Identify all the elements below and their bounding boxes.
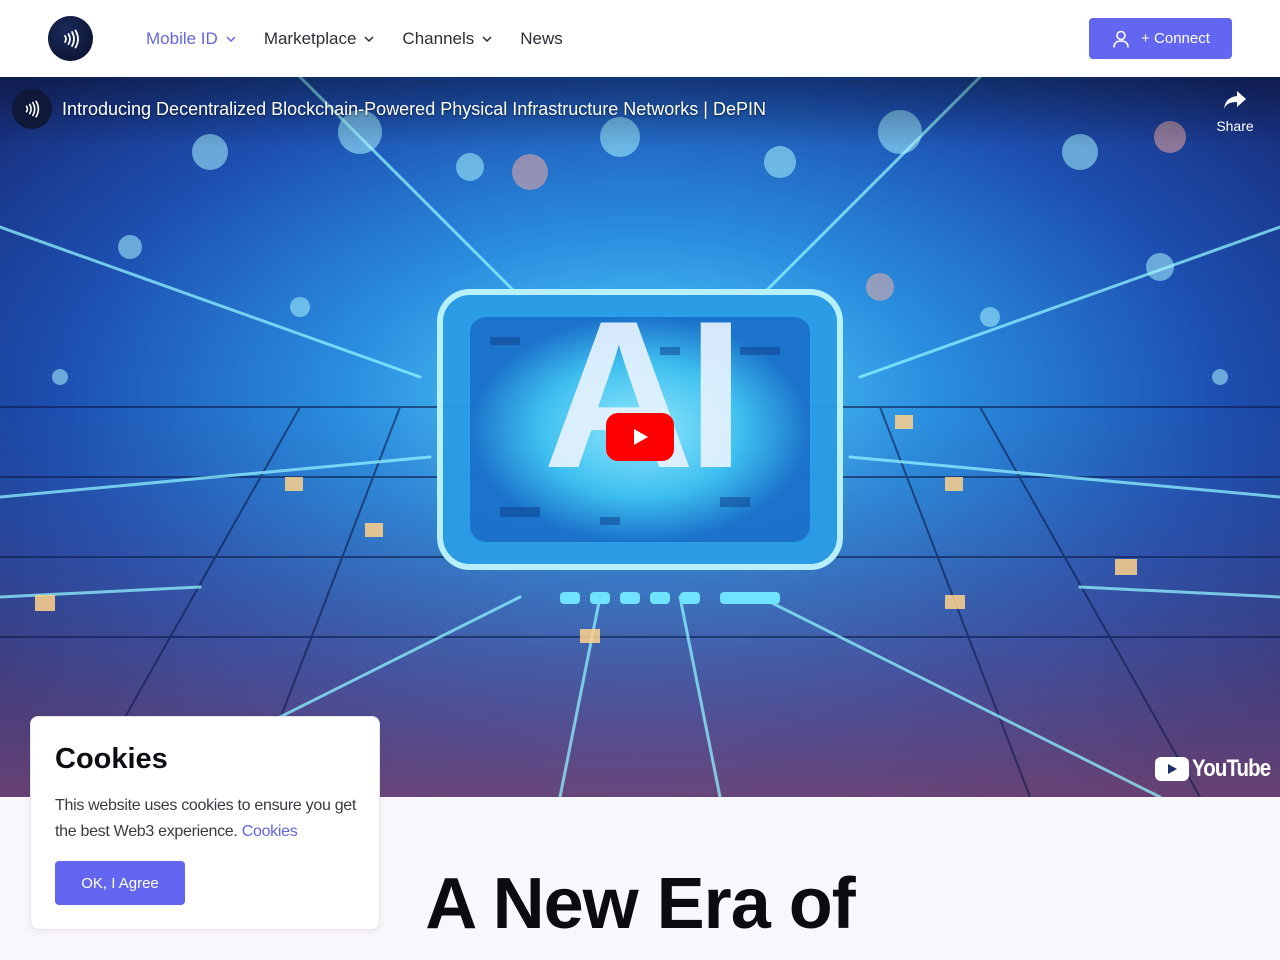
- cookie-text: This website uses cookies to ensure you …: [55, 793, 360, 845]
- share-button[interactable]: Share: [1210, 89, 1260, 134]
- chevron-down-icon: [226, 35, 236, 42]
- nfc-wave-icon: [63, 29, 79, 48]
- play-icon: [634, 429, 648, 445]
- site-logo[interactable]: [48, 16, 93, 61]
- nav-item-channels[interactable]: Channels: [402, 29, 492, 49]
- connect-label: + Connect: [1141, 30, 1210, 47]
- chevron-down-icon: [482, 35, 492, 42]
- user-icon: [1111, 29, 1131, 49]
- play-button[interactable]: [606, 413, 674, 461]
- video-title[interactable]: Introducing Decentralized Blockchain-Pow…: [62, 99, 766, 120]
- thumbnail-ai-text: AI: [543, 277, 737, 512]
- connect-button[interactable]: + Connect: [1089, 18, 1232, 59]
- youtube-logo[interactable]: YouTube: [1155, 755, 1280, 783]
- nav-item-news[interactable]: News: [520, 29, 563, 49]
- chevron-down-icon: [364, 35, 374, 42]
- accept-cookies-button[interactable]: OK, I Agree: [55, 861, 185, 905]
- cookie-policy-link[interactable]: Cookies: [242, 823, 298, 840]
- nav-item-label: News: [520, 28, 563, 48]
- cookie-banner: Cookies This website uses cookies to ens…: [30, 716, 380, 930]
- youtube-play-icon: [1155, 757, 1189, 781]
- cookie-title: Cookies: [55, 743, 168, 775]
- nav-item-marketplace[interactable]: Marketplace: [264, 29, 375, 49]
- share-arrow-icon: [1224, 91, 1246, 109]
- cookie-description: This website uses cookies to ensure you …: [55, 797, 357, 840]
- nav-item-mobile-id[interactable]: Mobile ID: [146, 29, 236, 49]
- channel-avatar[interactable]: [12, 89, 52, 129]
- video-player[interactable]: AI Introducing Decentralized Blockchain-…: [0, 77, 1280, 797]
- nav-item-label: Marketplace: [263, 28, 357, 48]
- site-header: Mobile ID Marketplace Channels News + Co…: [0, 0, 1280, 77]
- main-nav: Mobile ID Marketplace Channels News: [146, 0, 591, 77]
- nfc-wave-icon: [25, 100, 40, 118]
- nav-item-label: Channels: [402, 28, 475, 48]
- share-label: Share: [1216, 118, 1254, 134]
- nav-item-label: Mobile ID: [146, 28, 218, 48]
- youtube-label: YouTube: [1192, 755, 1271, 782]
